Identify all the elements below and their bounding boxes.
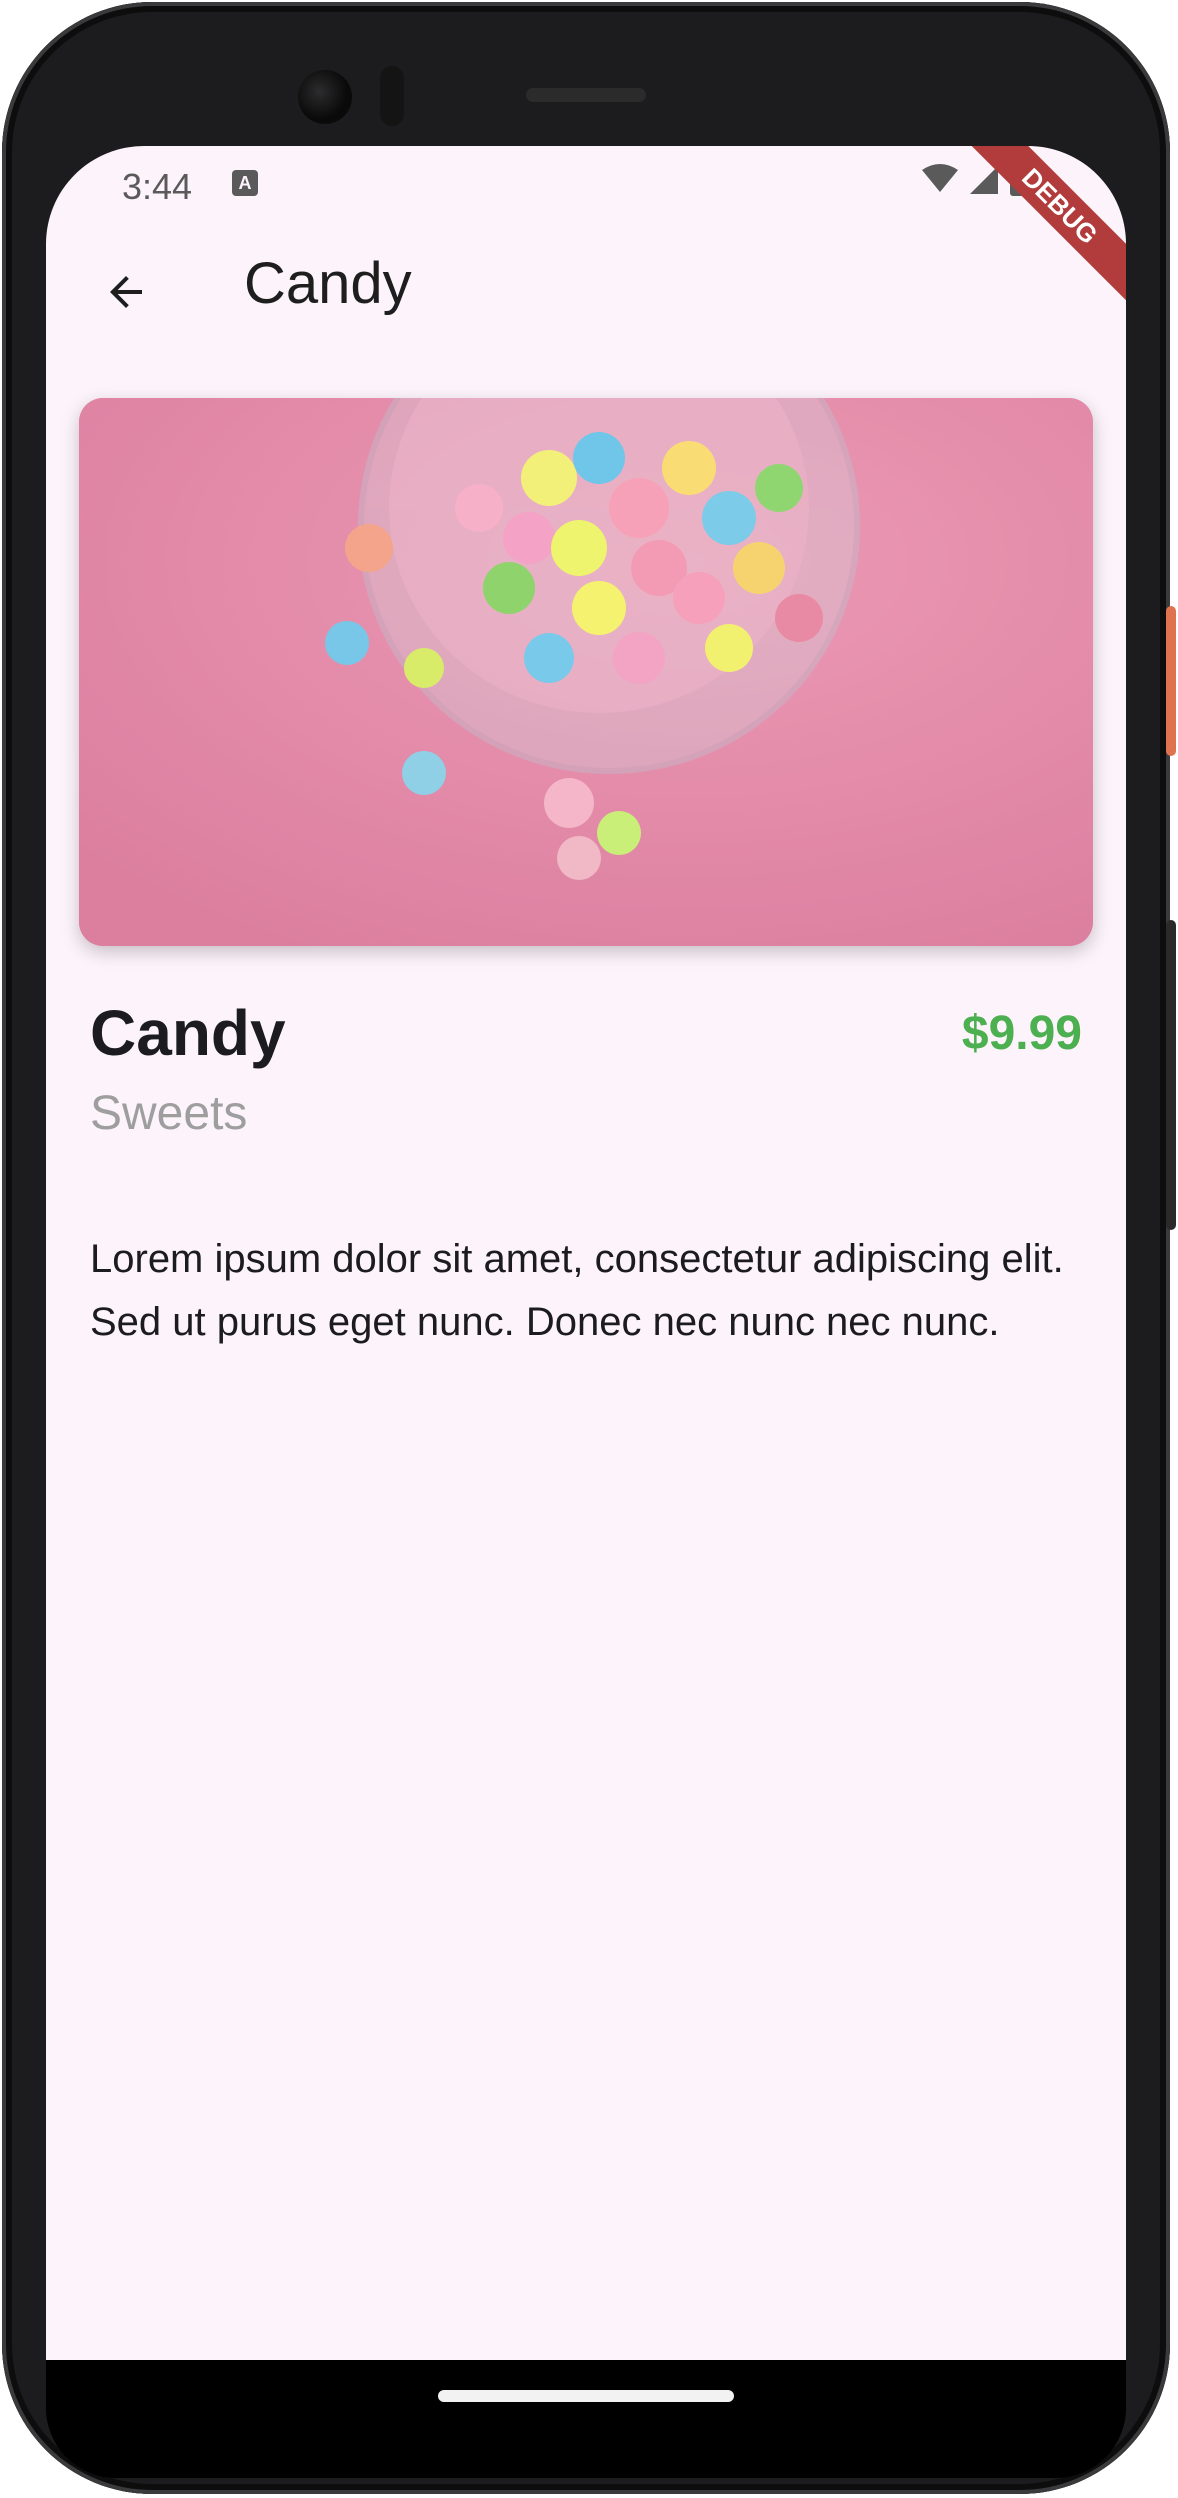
notification-icon: A <box>232 170 258 196</box>
status-bar: 3:44 A <box>46 146 1126 216</box>
candy-photo <box>79 398 1093 946</box>
status-time: 3:44 <box>122 166 193 207</box>
home-indicator[interactable] <box>438 2390 734 2402</box>
back-button[interactable] <box>86 252 166 332</box>
product-price: $9.99 <box>961 1007 1082 1060</box>
proximity-sensor <box>380 66 404 126</box>
arrow-back-icon <box>110 276 142 308</box>
earpiece-speaker <box>526 88 646 102</box>
product-category: Sweets <box>90 1087 248 1140</box>
front-camera <box>298 70 352 124</box>
product-name: Candy <box>90 997 286 1069</box>
product-description: Lorem ipsum dolor sit amet, consectetur … <box>90 1237 1064 1344</box>
cellular-icon <box>970 166 998 194</box>
product-image <box>79 398 1093 946</box>
app-screen: 3:44 A DEBUG Candy Candy $9.99 Sweets Lo… <box>46 146 1126 2360</box>
navigation-bar <box>46 2360 1126 2478</box>
wifi-icon <box>922 164 958 192</box>
app-bar: Candy <box>46 216 1126 366</box>
page-title: Candy <box>244 251 412 316</box>
power-button <box>1166 606 1176 756</box>
volume-button <box>1166 920 1176 1230</box>
